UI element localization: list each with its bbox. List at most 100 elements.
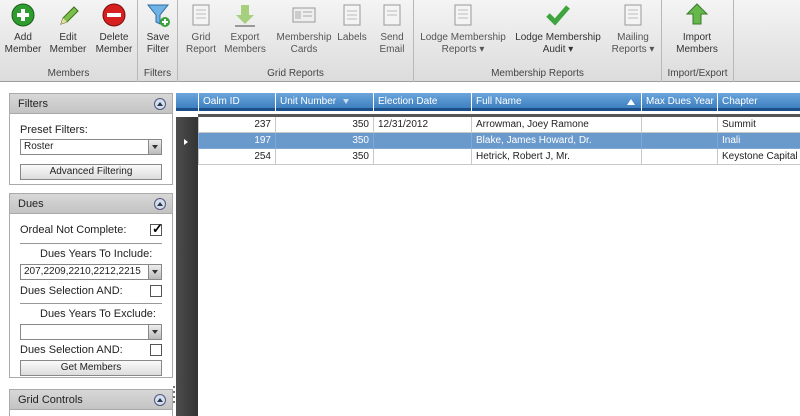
dues-selection-and-label-2: Dues Selection AND:	[20, 344, 123, 356]
email-icon	[383, 4, 401, 26]
checkmark-icon	[546, 5, 570, 26]
preset-filters-value: Roster	[24, 141, 54, 152]
lodge-membership-reports-label: Lodge Membership Reports ▾	[420, 32, 506, 55]
filters-panel-title: Filters	[18, 98, 48, 110]
ordeal-not-complete-checkbox[interactable]	[150, 221, 163, 237]
cell-max-dues-year	[641, 117, 717, 133]
full-name-header-label: Full Name	[476, 96, 522, 107]
divider	[20, 243, 162, 244]
dues-years-include-select[interactable]: 207,2209,2210,2212,2215	[20, 264, 162, 280]
grid-reports-group-label: Grid Reports	[267, 68, 324, 79]
members-group-label: Members	[47, 68, 90, 79]
unit-number-header-label: Unit Number	[280, 96, 337, 107]
cell-chapter: Inali	[717, 133, 800, 149]
table-row[interactable]: 197 350 Blake, James Howard, Dr. Inali	[176, 133, 800, 149]
collapse-icon[interactable]	[154, 394, 166, 406]
cell-unit-number: 350	[275, 133, 373, 149]
members-grid: Oalm ID Unit Number Election Date Full N…	[176, 93, 800, 416]
lodge-membership-reports-button[interactable]: Lodge Membership Reports ▾	[418, 2, 508, 56]
cell-oalm-id: 237	[198, 117, 275, 133]
collapse-icon[interactable]	[154, 98, 166, 110]
pencil-icon	[60, 6, 79, 25]
cell-unit-number: 350	[275, 117, 373, 133]
report-icon	[454, 4, 472, 26]
mailing-reports-button[interactable]: Mailing Reports ▾	[610, 2, 656, 56]
collapse-icon[interactable]	[154, 198, 166, 210]
export-members-button[interactable]: Export Members	[222, 2, 268, 56]
column-header-max-dues-year[interactable]: Max Dues Year	[641, 93, 717, 111]
grid-report-label: Grid Report	[185, 32, 216, 55]
dues-panel-title: Dues	[18, 198, 44, 210]
export-members-label: Export Members	[224, 32, 266, 55]
column-header-oalm-id[interactable]: Oalm ID	[198, 93, 275, 111]
membership-cards-label: Membership Cards	[276, 32, 332, 55]
add-member-label: Add Member	[4, 32, 42, 55]
chevron-down-icon[interactable]	[148, 265, 161, 279]
card-icon	[292, 7, 316, 23]
document-icon	[192, 4, 210, 26]
cell-chapter: Summit	[717, 117, 800, 133]
dues-selection-and-checkbox[interactable]	[150, 285, 162, 297]
sort-ascending-icon	[627, 99, 635, 105]
mailing-reports-label: Mailing Reports ▾	[611, 32, 655, 55]
divider	[20, 303, 162, 304]
dues-years-exclude-select[interactable]	[20, 324, 162, 340]
labels-label: Labels	[337, 32, 367, 43]
import-arrow-icon	[685, 3, 709, 25]
filters-panel-header: Filters	[10, 94, 172, 114]
members-group: Add Member Edit Member Delete Member Mem…	[0, 0, 138, 82]
grid-controls-panel-title: Grid Controls	[18, 394, 83, 406]
import-export-group-label: Import/Export	[667, 68, 728, 79]
cell-full-name: Blake, James Howard, Dr.	[471, 133, 641, 149]
column-header-chapter[interactable]: Chapter	[717, 93, 800, 111]
edit-member-button[interactable]: Edit Member	[45, 2, 91, 56]
filters-panel: Filters Preset Filters: Roster Advanced …	[9, 93, 173, 185]
send-email-label: Send Email	[379, 32, 405, 55]
labels-icon	[343, 4, 361, 26]
send-email-button[interactable]: Send Email	[372, 2, 412, 56]
delete-member-button[interactable]: Delete Member	[91, 2, 137, 56]
dues-selection-and-label: Dues Selection AND:	[20, 285, 123, 297]
get-members-button[interactable]: Get Members	[20, 360, 162, 376]
ordeal-not-complete-label: Ordeal Not Complete:	[20, 224, 127, 236]
cell-unit-number: 350	[275, 149, 373, 165]
cell-oalm-id: 254	[198, 149, 275, 165]
table-row[interactable]: 254 350 Hetrick, Robert J, Mr. Keystone …	[176, 149, 800, 165]
column-header-election-date[interactable]: Election Date	[373, 93, 471, 111]
edit-member-label: Edit Member	[49, 32, 87, 55]
table-row[interactable]: 237 350 12/31/2012 Arrowman, Joey Ramone…	[176, 117, 800, 133]
chevron-down-icon[interactable]	[148, 140, 161, 154]
save-filter-label: Save Filter	[146, 32, 170, 55]
lodge-membership-audit-button[interactable]: Lodge Membership Audit ▾	[510, 2, 606, 56]
save-filter-button[interactable]: Save Filter	[135, 2, 181, 56]
dues-years-include-label: Dues Years To Include:	[40, 248, 153, 260]
delete-member-label: Delete Member	[95, 32, 133, 55]
chevron-down-icon[interactable]	[148, 325, 161, 339]
add-member-button[interactable]: Add Member	[0, 2, 46, 56]
filter-icon[interactable]	[342, 98, 349, 104]
grid-report-button[interactable]: Grid Report	[178, 2, 224, 56]
import-members-label: Import Members	[676, 32, 718, 55]
mailing-icon	[624, 4, 642, 26]
labels-button[interactable]: Labels	[334, 2, 370, 44]
dues-selection-and-checkbox-2[interactable]	[150, 344, 162, 356]
export-arrow-icon	[235, 5, 255, 27]
membership-cards-button[interactable]: Membership Cards	[274, 2, 334, 56]
add-icon	[11, 3, 35, 27]
preset-filters-select[interactable]: Roster	[20, 139, 162, 155]
lodge-membership-audit-label: Lodge Membership Audit ▾	[515, 32, 601, 55]
import-members-button[interactable]: Import Members	[674, 2, 720, 56]
dues-years-exclude-label: Dues Years To Exclude:	[40, 308, 156, 320]
membership-reports-group-label: Membership Reports	[491, 68, 584, 79]
column-header-full-name[interactable]: Full Name	[471, 93, 641, 111]
cell-full-name: Hetrick, Robert J, Mr.	[471, 149, 641, 165]
cell-max-dues-year	[641, 149, 717, 165]
dues-panel: Dues Ordeal Not Complete: Dues Years To …	[9, 193, 173, 378]
grid-header: Oalm ID Unit Number Election Date Full N…	[176, 93, 800, 111]
cell-full-name: Arrowman, Joey Ramone	[471, 117, 641, 133]
filter-add-icon	[146, 4, 170, 27]
dues-panel-header: Dues	[10, 194, 172, 214]
advanced-filtering-button[interactable]: Advanced Filtering	[20, 164, 162, 180]
column-header-unit-number[interactable]: Unit Number	[275, 93, 373, 111]
left-sidebar: Filters Preset Filters: Roster Advanced …	[0, 88, 180, 416]
